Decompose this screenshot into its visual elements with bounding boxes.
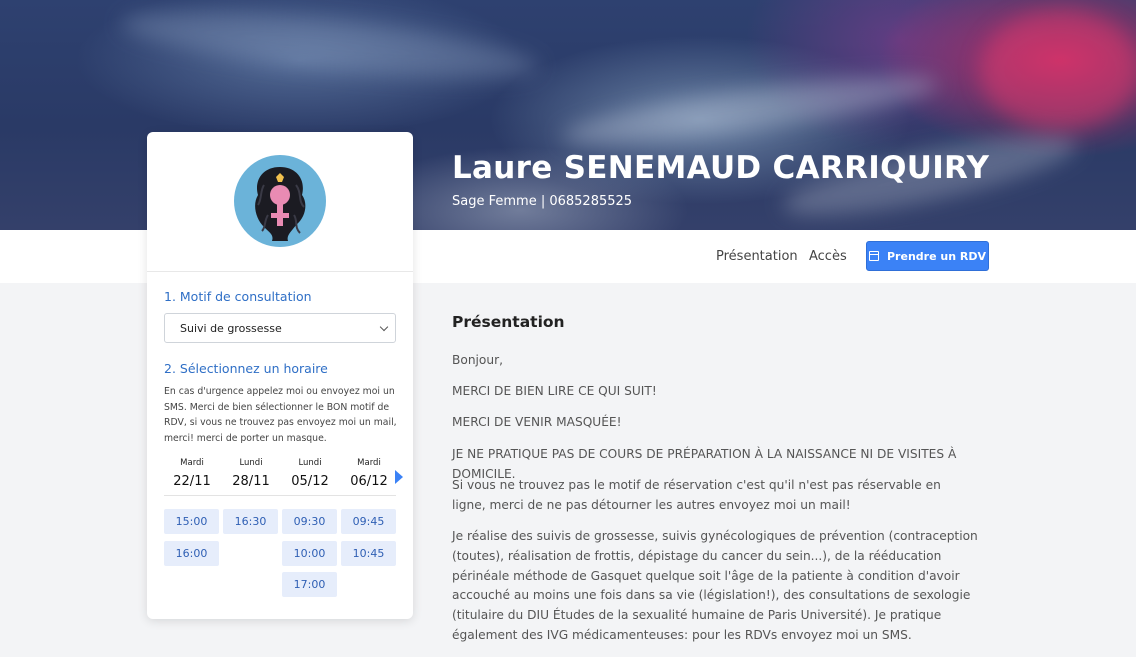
day-date: 05/12	[291, 474, 329, 489]
booking-card: 1. Motif de consultation Suivi de grosse…	[147, 132, 413, 619]
step2-title: 2. Sélectionnez un horaire	[164, 361, 328, 376]
day-header: Mardi 22/11	[164, 458, 220, 489]
day-date: 06/12	[350, 474, 388, 489]
day-name: Mardi	[357, 458, 381, 468]
chevron-down-icon	[379, 322, 389, 332]
paragraph: Je réalise des suivis de grossesse, suiv…	[452, 529, 978, 642]
card-divider	[147, 271, 413, 272]
profile-subtitle: Sage Femme | 0685285525	[452, 194, 633, 209]
paragraph: MERCI DE VENIR MASQUÉE!	[452, 415, 622, 429]
day-header: Mardi 06/12	[341, 458, 397, 489]
day-header: Lundi 05/12	[282, 458, 338, 489]
avatar	[234, 155, 326, 247]
time-slot[interactable]: 09:45	[341, 509, 396, 534]
day-date: 28/11	[232, 474, 270, 489]
day-header: Lundi 28/11	[223, 458, 279, 489]
days-divider	[164, 495, 396, 496]
time-slot[interactable]: 17:00	[282, 572, 337, 597]
step1-title: 1. Motif de consultation	[164, 289, 312, 304]
day-name: Mardi	[180, 458, 204, 468]
motif-select[interactable]: Suivi de grossesse	[164, 313, 396, 343]
day-name: Lundi	[298, 458, 322, 468]
profile-name: Laure SENEMAUD CARRIQUIRY	[452, 150, 990, 186]
motif-selected-value: Suivi de grossesse	[180, 321, 282, 335]
time-slot[interactable]: 16:30	[223, 509, 278, 534]
section-heading: Présentation	[452, 313, 565, 331]
time-slot[interactable]: 09:30	[282, 509, 337, 534]
calendar-icon	[869, 251, 879, 261]
day-name: Lundi	[239, 458, 263, 468]
next-week-arrow-icon[interactable]	[395, 470, 403, 484]
time-slot[interactable]: 15:00	[164, 509, 219, 534]
day-date: 22/11	[173, 474, 211, 489]
midwife-logo-icon	[255, 167, 306, 241]
nav-presentation-link[interactable]: Présentation	[716, 249, 798, 264]
book-appointment-label: Prendre un RDV	[887, 249, 986, 263]
paragraph: MERCI DE BIEN LIRE CE QUI SUIT!	[452, 384, 657, 398]
urgent-notice: En cas d'urgence appelez moi ou envoyez …	[164, 386, 397, 444]
time-slot[interactable]: 16:00	[164, 541, 219, 566]
nav-acces-link[interactable]: Accès	[809, 249, 847, 264]
time-slot[interactable]: 10:00	[282, 541, 337, 566]
paragraph: Bonjour,	[452, 353, 503, 367]
book-appointment-button[interactable]: Prendre un RDV	[866, 241, 989, 271]
time-slot[interactable]: 10:45	[341, 541, 396, 566]
paragraph: Si vous ne trouvez pas le motif de réser…	[452, 478, 941, 512]
